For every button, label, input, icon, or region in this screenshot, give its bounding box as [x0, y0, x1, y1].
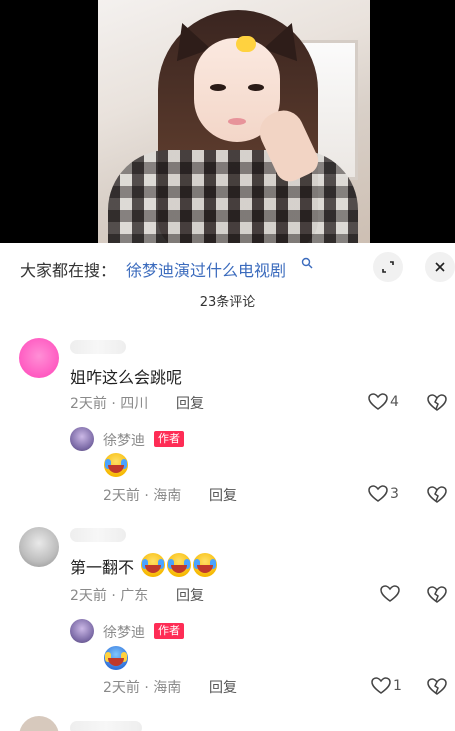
separator: · — [111, 588, 116, 604]
reply-meta: 2天前 · 海南 — [103, 485, 181, 505]
comment-count: 23条评论 — [199, 295, 256, 310]
video-player[interactable] — [0, 0, 455, 243]
like-count: 1 — [393, 678, 402, 694]
comment-location: 广东 — [120, 588, 149, 604]
avatar[interactable] — [19, 338, 59, 378]
search-suggestion-bar: 大家都在搜： 徐梦迪演过什么电视剧 — [0, 243, 455, 289]
comment-text: 姐咋这么会跳呢 — [70, 368, 183, 387]
reply-button[interactable]: 回复 — [176, 585, 204, 605]
broken-heart-icon[interactable] — [427, 485, 447, 505]
video-subject-shirt — [108, 150, 358, 243]
reply-time: 2天前 — [103, 680, 140, 696]
heart-icon — [371, 677, 391, 694]
crying-emoji-icon — [141, 553, 165, 577]
separator: · — [144, 488, 149, 504]
video-subject-lips — [228, 118, 246, 125]
heart-icon — [368, 485, 388, 502]
reply-time: 2天前 — [103, 488, 140, 504]
broken-heart-icon[interactable] — [427, 677, 447, 697]
reply-location: 海南 — [153, 488, 182, 504]
reply-meta: 2天前 · 海南 — [103, 677, 181, 697]
comment-meta: 2天前 · 广东 — [70, 585, 148, 605]
comment-location: 四川 — [120, 396, 149, 412]
broken-heart-icon[interactable] — [427, 585, 447, 605]
avatar[interactable] — [19, 527, 59, 567]
search-icon[interactable] — [301, 257, 313, 269]
crying-emoji-icon — [193, 553, 217, 577]
hair-clip-icon — [236, 36, 256, 52]
username-blurred[interactable] — [70, 340, 126, 354]
search-prefix-label: 大家都在搜： — [20, 261, 117, 280]
crying-emoji-icon — [167, 553, 191, 577]
author-name[interactable]: 徐梦迪 — [103, 430, 145, 450]
like-button[interactable] — [380, 585, 402, 603]
comment-time: 2天前 — [70, 396, 107, 412]
like-count: 4 — [390, 394, 399, 410]
video-subject-eye — [210, 84, 226, 91]
close-icon — [435, 262, 445, 272]
expand-button[interactable] — [373, 252, 403, 282]
video-subject-eye — [248, 84, 264, 91]
like-count: 3 — [390, 486, 399, 502]
username-blurred[interactable] — [70, 528, 126, 542]
reply-button[interactable]: 回复 — [209, 677, 237, 697]
close-button[interactable] — [425, 252, 455, 282]
author-name[interactable]: 徐梦迪 — [103, 622, 145, 642]
reply-location: 海南 — [153, 680, 182, 696]
comment-meta: 2天前 · 四川 — [70, 393, 148, 413]
video-frame — [98, 0, 370, 243]
crying-emoji-icon — [104, 646, 128, 670]
heart-icon — [368, 393, 388, 410]
like-button[interactable]: 1 — [371, 677, 402, 695]
author-avatar[interactable] — [70, 427, 94, 451]
author-badge: 作者 — [154, 431, 184, 447]
avatar[interactable] — [19, 716, 59, 731]
comment-panel: 大家都在搜： 徐梦迪演过什么电视剧 23条评论 姐咋这么会跳呢 2天前 · 四川… — [0, 243, 455, 731]
comment-text: 第一翻不 — [70, 558, 135, 577]
laughing-crying-emoji-icon — [104, 453, 128, 477]
reply-button[interactable]: 回复 — [176, 393, 204, 413]
broken-heart-icon[interactable] — [427, 393, 447, 413]
separator: · — [144, 680, 149, 696]
reply-button[interactable]: 回复 — [209, 485, 237, 505]
like-button[interactable]: 3 — [368, 485, 399, 503]
username-blurred[interactable] — [70, 721, 142, 731]
author-badge: 作者 — [154, 623, 184, 639]
like-button[interactable]: 4 — [368, 393, 399, 411]
comment-time: 2天前 — [70, 588, 107, 604]
author-avatar[interactable] — [70, 619, 94, 643]
heart-icon — [380, 585, 400, 602]
separator: · — [111, 396, 116, 412]
expand-icon — [382, 261, 394, 273]
search-suggestion-link[interactable]: 徐梦迪演过什么电视剧 — [126, 257, 286, 281]
